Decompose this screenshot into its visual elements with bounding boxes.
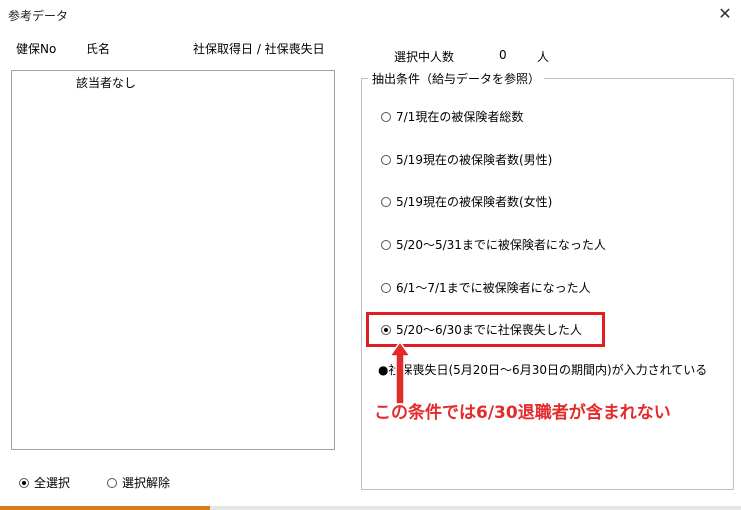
radio-icon[interactable] [381,196,391,207]
radio-option-3[interactable]: 5/19現在の被保険者数(女性) [381,193,552,210]
radio-icon[interactable] [107,477,117,488]
window-title: 参考データ [8,9,69,23]
condition-note: ●社保喪失日(5月20日～6月30日の期間内)が入力されている [378,363,708,377]
deselect-label: 選択解除 [122,476,171,490]
select-all-label: 全選択 [34,476,71,490]
radio-icon[interactable] [381,282,391,293]
select-all-radio[interactable]: 全選択 [19,474,70,491]
radio-option-1[interactable]: 7/1現在の被保険者総数 [381,108,523,125]
radio-option-label: 5/19現在の被保険者数(男性) [396,153,553,167]
conditions-legend: 抽出条件（給与データを参照） [368,70,545,87]
selected-count-label: 選択中人数 [394,50,455,64]
radio-option-label: 7/1現在の被保険者総数 [396,110,524,124]
radio-option-2[interactable]: 5/19現在の被保険者数(男性) [381,151,552,168]
deselect-radio[interactable]: 選択解除 [107,474,170,491]
radio-option-label: 6/1～7/1までに被保険者になった人 [396,281,591,295]
selected-count-value: 0 [499,48,507,62]
close-icon[interactable]: ✕ [714,4,736,24]
column-header-name: 氏名 [86,42,111,56]
radio-selected-icon[interactable] [19,477,29,488]
column-header-kenpo-no: 健保No [16,42,57,56]
column-header-dates: 社保取得日 / 社保喪失日 [193,42,325,56]
annotation-text: この条件では6/30退職者が含まれない [374,403,671,423]
taskbar-accent [0,506,210,510]
list-item[interactable]: 該当者なし [76,74,136,91]
selected-count-unit: 人 [537,50,550,64]
employee-listbox[interactable]: 該当者なし [11,70,335,450]
radio-icon[interactable] [381,154,391,165]
radio-option-label: 5/20～5/31までに被保険者になった人 [396,238,606,252]
annotation-arrow-icon [388,340,412,405]
dialog-window: 参考データ ✕ 健保No 氏名 社保取得日 / 社保喪失日 選択中人数 0 人 … [0,0,741,510]
radio-option-label: 5/19現在の被保険者数(女性) [396,195,553,209]
radio-icon[interactable] [381,111,391,122]
radio-icon[interactable] [381,239,391,250]
radio-option-4[interactable]: 5/20～5/31までに被保険者になった人 [381,236,606,253]
radio-option-5[interactable]: 6/1～7/1までに被保険者になった人 [381,279,591,296]
